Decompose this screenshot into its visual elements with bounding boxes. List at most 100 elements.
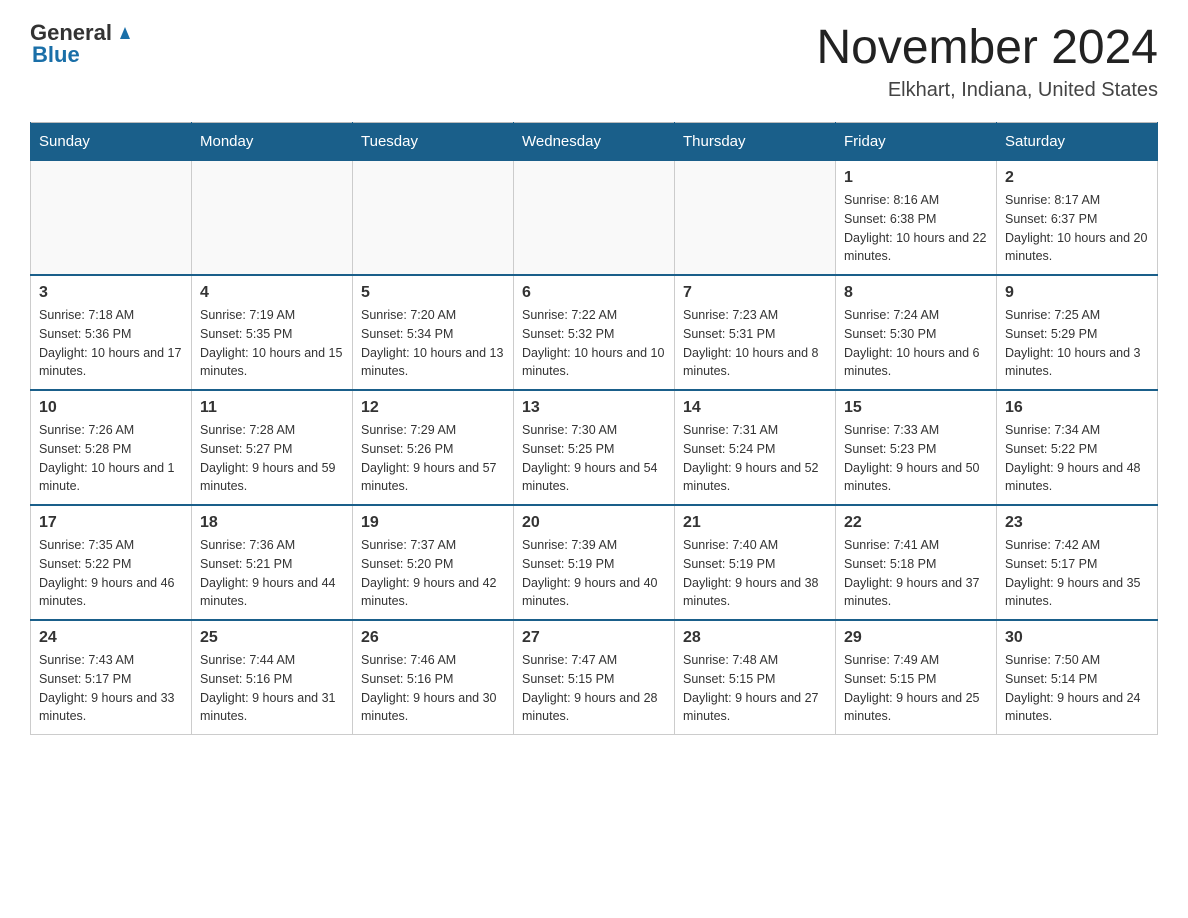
day-number: 7	[683, 284, 827, 302]
day-info: Sunrise: 7:31 AMSunset: 5:24 PMDaylight:…	[683, 421, 827, 496]
day-info: Sunrise: 7:48 AMSunset: 5:15 PMDaylight:…	[683, 651, 827, 726]
day-number: 2	[1005, 169, 1149, 187]
day-number: 4	[200, 284, 344, 302]
day-number: 29	[844, 629, 988, 647]
day-info: Sunrise: 7:42 AMSunset: 5:17 PMDaylight:…	[1005, 536, 1149, 611]
day-info: Sunrise: 7:26 AMSunset: 5:28 PMDaylight:…	[39, 421, 183, 496]
calendar-week-row: 3 Sunrise: 7:18 AMSunset: 5:36 PMDaylight…	[31, 275, 1158, 390]
day-info: Sunrise: 7:28 AMSunset: 5:27 PMDaylight:…	[200, 421, 344, 496]
day-number: 26	[361, 629, 505, 647]
day-number: 19	[361, 514, 505, 532]
table-row: 12 Sunrise: 7:29 AMSunset: 5:26 PMDayligh…	[353, 390, 514, 505]
table-row	[192, 161, 353, 276]
header-thursday: Thursday	[675, 123, 836, 161]
header-monday: Monday	[192, 123, 353, 161]
table-row: 23 Sunrise: 7:42 AMSunset: 5:17 PMDayligh…	[997, 505, 1158, 620]
table-row: 10 Sunrise: 7:26 AMSunset: 5:28 PMDayligh…	[31, 390, 192, 505]
day-info: Sunrise: 7:44 AMSunset: 5:16 PMDaylight:…	[200, 651, 344, 726]
day-number: 12	[361, 399, 505, 417]
table-row: 16 Sunrise: 7:34 AMSunset: 5:22 PMDayligh…	[997, 390, 1158, 505]
calendar-week-row: 10 Sunrise: 7:26 AMSunset: 5:28 PMDayligh…	[31, 390, 1158, 505]
day-number: 28	[683, 629, 827, 647]
day-info: Sunrise: 7:43 AMSunset: 5:17 PMDaylight:…	[39, 651, 183, 726]
table-row: 4Sunrise: 7:19 AMSunset: 5:35 PMDaylight…	[192, 275, 353, 390]
day-number: 9	[1005, 284, 1149, 302]
day-info: Sunrise: 7:50 AMSunset: 5:14 PMDaylight:…	[1005, 651, 1149, 726]
logo-blue-text: Blue	[32, 42, 80, 68]
day-info: Sunrise: 7:18 AMSunset: 5:36 PMDaylight:…	[39, 306, 183, 381]
calendar-week-row: 1 Sunrise: 8:16 AMSunset: 6:38 PMDaylight…	[31, 161, 1158, 276]
location-title: Elkhart, Indiana, United States	[816, 79, 1158, 102]
day-info: Sunrise: 7:30 AMSunset: 5:25 PMDaylight:…	[522, 421, 666, 496]
table-row: 15Sunrise: 7:33 AMSunset: 5:23 PMDayligh…	[836, 390, 997, 505]
day-info: Sunrise: 7:23 AMSunset: 5:31 PMDaylight:…	[683, 306, 827, 381]
table-row: 7 Sunrise: 7:23 AMSunset: 5:31 PMDaylight…	[675, 275, 836, 390]
day-number: 11	[200, 399, 344, 417]
day-number: 10	[39, 399, 183, 417]
table-row	[353, 161, 514, 276]
day-number: 1	[844, 169, 988, 187]
day-number: 21	[683, 514, 827, 532]
title-section: November 2024 Elkhart, Indiana, United S…	[816, 20, 1158, 102]
header-wednesday: Wednesday	[514, 123, 675, 161]
day-info: Sunrise: 7:49 AMSunset: 5:15 PMDaylight:…	[844, 651, 988, 726]
table-row: 27 Sunrise: 7:47 AMSunset: 5:15 PMDayligh…	[514, 620, 675, 735]
page-header: General Blue November 2024 Elkhart, Indi…	[30, 20, 1158, 102]
day-number: 3	[39, 284, 183, 302]
day-number: 18	[200, 514, 344, 532]
table-row: 30Sunrise: 7:50 AMSunset: 5:14 PMDayligh…	[997, 620, 1158, 735]
day-number: 23	[1005, 514, 1149, 532]
day-number: 25	[200, 629, 344, 647]
day-info: Sunrise: 7:46 AMSunset: 5:16 PMDaylight:…	[361, 651, 505, 726]
day-info: Sunrise: 7:25 AMSunset: 5:29 PMDaylight:…	[1005, 306, 1149, 381]
day-info: Sunrise: 8:16 AMSunset: 6:38 PMDaylight:…	[844, 191, 988, 266]
table-row: 6Sunrise: 7:22 AMSunset: 5:32 PMDaylight…	[514, 275, 675, 390]
table-row: 19 Sunrise: 7:37 AMSunset: 5:20 PMDayligh…	[353, 505, 514, 620]
table-row: 22Sunrise: 7:41 AMSunset: 5:18 PMDayligh…	[836, 505, 997, 620]
logo: General Blue	[30, 20, 136, 68]
day-number: 8	[844, 284, 988, 302]
table-row: 2 Sunrise: 8:17 AMSunset: 6:37 PMDaylight…	[997, 161, 1158, 276]
day-info: Sunrise: 7:22 AMSunset: 5:32 PMDaylight:…	[522, 306, 666, 381]
day-info: Sunrise: 7:41 AMSunset: 5:18 PMDaylight:…	[844, 536, 988, 611]
table-row: 18Sunrise: 7:36 AMSunset: 5:21 PMDayligh…	[192, 505, 353, 620]
table-row: 24 Sunrise: 7:43 AMSunset: 5:17 PMDayligh…	[31, 620, 192, 735]
day-number: 5	[361, 284, 505, 302]
day-info: Sunrise: 7:39 AMSunset: 5:19 PMDaylight:…	[522, 536, 666, 611]
day-number: 27	[522, 629, 666, 647]
calendar-week-row: 17 Sunrise: 7:35 AMSunset: 5:22 PMDayligh…	[31, 505, 1158, 620]
table-row: 13 Sunrise: 7:30 AMSunset: 5:25 PMDayligh…	[514, 390, 675, 505]
calendar-header-row: Sunday Monday Tuesday Wednesday Thursday…	[31, 123, 1158, 161]
month-title: November 2024	[816, 20, 1158, 75]
header-friday: Friday	[836, 123, 997, 161]
table-row: 17 Sunrise: 7:35 AMSunset: 5:22 PMDayligh…	[31, 505, 192, 620]
table-row: 28 Sunrise: 7:48 AMSunset: 5:15 PMDayligh…	[675, 620, 836, 735]
day-info: Sunrise: 7:37 AMSunset: 5:20 PMDaylight:…	[361, 536, 505, 611]
day-info: Sunrise: 7:20 AMSunset: 5:34 PMDaylight:…	[361, 306, 505, 381]
day-number: 15	[844, 399, 988, 417]
calendar-table: Sunday Monday Tuesday Wednesday Thursday…	[30, 122, 1158, 735]
table-row: 3 Sunrise: 7:18 AMSunset: 5:36 PMDaylight…	[31, 275, 192, 390]
day-number: 13	[522, 399, 666, 417]
table-row: 11 Sunrise: 7:28 AMSunset: 5:27 PMDayligh…	[192, 390, 353, 505]
day-info: Sunrise: 7:35 AMSunset: 5:22 PMDaylight:…	[39, 536, 183, 611]
day-number: 20	[522, 514, 666, 532]
day-info: Sunrise: 7:40 AMSunset: 5:19 PMDaylight:…	[683, 536, 827, 611]
day-info: Sunrise: 7:47 AMSunset: 5:15 PMDaylight:…	[522, 651, 666, 726]
day-number: 14	[683, 399, 827, 417]
logo-triangle-icon	[114, 21, 136, 43]
table-row: 26 Sunrise: 7:46 AMSunset: 5:16 PMDayligh…	[353, 620, 514, 735]
header-sunday: Sunday	[31, 123, 192, 161]
header-saturday: Saturday	[997, 123, 1158, 161]
table-row: 8Sunrise: 7:24 AMSunset: 5:30 PMDaylight…	[836, 275, 997, 390]
day-number: 17	[39, 514, 183, 532]
table-row	[514, 161, 675, 276]
day-info: Sunrise: 7:29 AMSunset: 5:26 PMDaylight:…	[361, 421, 505, 496]
day-info: Sunrise: 7:34 AMSunset: 5:22 PMDaylight:…	[1005, 421, 1149, 496]
day-number: 16	[1005, 399, 1149, 417]
day-number: 24	[39, 629, 183, 647]
header-tuesday: Tuesday	[353, 123, 514, 161]
table-row: 21 Sunrise: 7:40 AMSunset: 5:19 PMDayligh…	[675, 505, 836, 620]
table-row: 5 Sunrise: 7:20 AMSunset: 5:34 PMDaylight…	[353, 275, 514, 390]
day-info: Sunrise: 8:17 AMSunset: 6:37 PMDaylight:…	[1005, 191, 1149, 266]
